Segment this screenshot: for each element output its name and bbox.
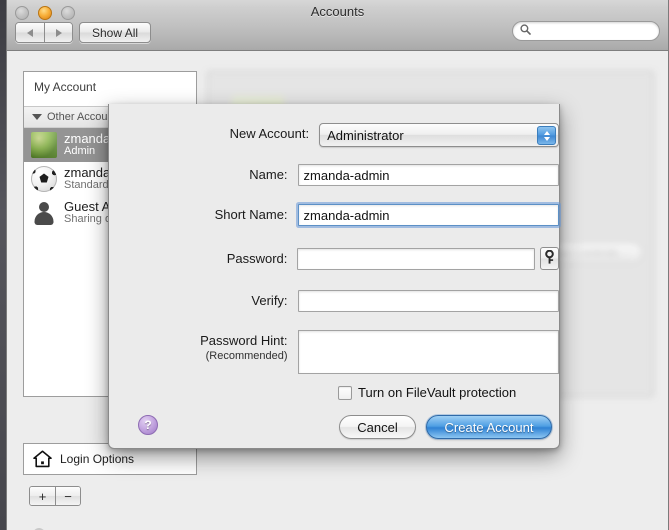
create-account-button[interactable]: Create Account xyxy=(426,415,552,439)
show-all-button[interactable]: Show All xyxy=(79,22,152,43)
sheet-help-button[interactable]: ? xyxy=(138,415,158,435)
sheet-help-label: ? xyxy=(144,418,152,432)
password-hint-label: Password Hint: (Recommended) xyxy=(109,330,298,362)
add-account-label: + xyxy=(38,488,47,504)
new-account-row: New Account: Administrator xyxy=(109,123,559,147)
search-input[interactable] xyxy=(535,25,668,37)
password-hint-sub: (Recommended) xyxy=(205,350,288,362)
page-title: Accounts xyxy=(310,4,365,19)
name-row: Name: xyxy=(109,164,559,186)
person-silhouette-icon xyxy=(31,200,57,226)
preferences-content: Reset Password Allow User Mobile Allow u… xyxy=(7,51,668,530)
key-icon xyxy=(543,249,556,267)
create-account-label: Create Account xyxy=(444,419,534,435)
new-account-label: New Account: xyxy=(229,126,310,141)
new-account-sheet: New Account: Administrator Name: Short N… xyxy=(108,104,560,449)
user-name: zmanda xyxy=(64,165,111,181)
verify-label: Verify: xyxy=(251,293,288,308)
filevault-label: Turn on FileVault protection xyxy=(358,385,517,400)
login-options-label: Login Options xyxy=(60,452,135,466)
password-assistant-button[interactable] xyxy=(539,247,559,270)
verify-input[interactable] xyxy=(297,290,559,312)
password-label: Password: xyxy=(226,250,288,266)
name-input[interactable] xyxy=(297,164,559,186)
window-titlebar: Accounts Show All xyxy=(7,0,668,51)
corn-photo-icon xyxy=(31,132,57,158)
new-account-value: Administrator xyxy=(327,127,404,143)
user-role: Standard xyxy=(64,179,109,192)
short-name-row: Short Name: xyxy=(109,204,559,226)
short-name-label: Short Name: xyxy=(214,207,288,222)
accounts-preferences-window: Accounts Show All Open Parental Controls… xyxy=(6,0,669,530)
add-account-button[interactable]: + xyxy=(30,487,55,505)
remove-account-label: − xyxy=(64,488,72,504)
password-hint-input[interactable] xyxy=(297,330,559,374)
password-input[interactable] xyxy=(297,247,535,270)
chevron-right-icon xyxy=(55,28,62,37)
password-row: Password: xyxy=(109,247,559,270)
cancel-label: Cancel xyxy=(357,419,398,435)
cancel-button[interactable]: Cancel xyxy=(339,415,416,439)
soccer-ball-icon xyxy=(31,166,57,192)
my-account-header: My Account xyxy=(24,72,196,107)
name-label: Name: xyxy=(249,167,288,182)
filevault-row[interactable]: Turn on FileVault protection xyxy=(338,385,516,400)
new-account-select[interactable]: Administrator xyxy=(319,123,559,147)
user-role: Admin xyxy=(64,145,96,158)
add-remove-account-controls: + − xyxy=(29,486,81,506)
navigation-segmented-control xyxy=(15,22,73,43)
short-name-input[interactable] xyxy=(297,204,559,226)
search-icon xyxy=(520,24,531,38)
verify-row: Verify: xyxy=(109,290,559,312)
home-icon xyxy=(33,450,52,468)
remove-account-button[interactable]: − xyxy=(55,487,80,505)
password-hint-row: Password Hint: (Recommended) xyxy=(109,330,559,374)
chevron-left-icon xyxy=(27,28,33,37)
filevault-checkbox[interactable] xyxy=(338,385,352,400)
forward-button[interactable] xyxy=(44,23,72,42)
stepper-arrows-icon[interactable] xyxy=(537,126,556,145)
disclosure-triangle-icon[interactable] xyxy=(32,114,42,120)
show-all-label: Show All xyxy=(92,25,139,40)
search-field[interactable] xyxy=(512,21,668,41)
password-hint-title: Password Hint: xyxy=(200,333,288,348)
back-button[interactable] xyxy=(16,23,44,42)
user-name: zmanda xyxy=(64,131,111,147)
